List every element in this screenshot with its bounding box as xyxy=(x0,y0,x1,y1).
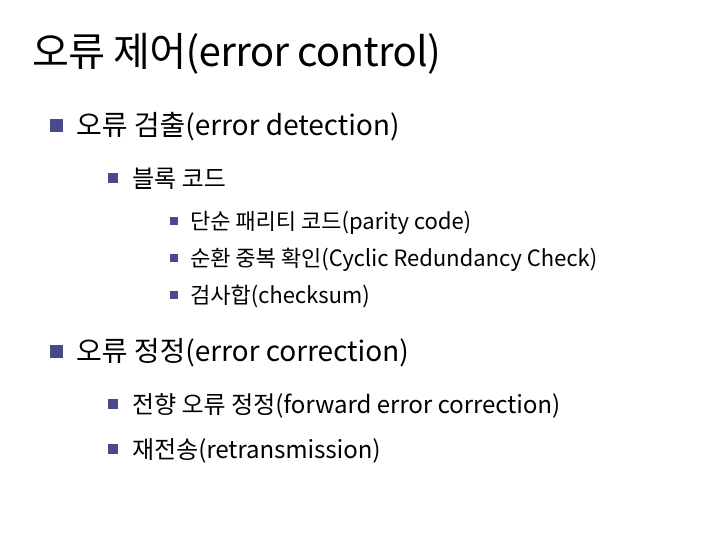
bullet-text: 단순 패리티 코드(parity code) xyxy=(190,204,471,236)
square-bullet-icon xyxy=(108,173,118,183)
bullet-text: 검사합(checksum) xyxy=(190,278,370,310)
bullet-level2: 전향 오류 정정(forward error correction) xyxy=(32,386,688,420)
section-error-correction: 오류 정정(error correction) 전향 오류 정정(forward… xyxy=(32,332,688,465)
bullet-text: 전향 오류 정정(forward error correction) xyxy=(132,385,560,420)
bullet-text: 오류 정정(error correction) xyxy=(76,330,409,370)
bullet-text: 순환 중복 확인(Cyclic Redundancy Check) xyxy=(190,241,597,273)
square-bullet-icon xyxy=(170,217,178,225)
section-error-detection: 오류 검출(error detection) 블록 코드 단순 패리티 코드(p… xyxy=(32,106,688,310)
square-bullet-icon xyxy=(170,291,178,299)
bullet-level2: 블록 코드 xyxy=(32,160,688,194)
slide: 오류 제어(error control) 오류 검출(error detecti… xyxy=(0,0,720,540)
slide-title: 오류 제어(error control) xyxy=(32,20,688,78)
bullet-level3: 단순 패리티 코드(parity code) xyxy=(32,205,688,236)
square-bullet-icon xyxy=(108,444,118,454)
square-bullet-icon xyxy=(50,345,63,358)
bullet-level1: 오류 검출(error detection) xyxy=(32,106,688,144)
bullet-text: 재전송(retransmission) xyxy=(132,430,381,465)
bullet-level1: 오류 정정(error correction) xyxy=(32,332,688,370)
bullet-level3: 순환 중복 확인(Cyclic Redundancy Check) xyxy=(32,242,688,273)
bullet-level3: 검사합(checksum) xyxy=(32,279,688,310)
square-bullet-icon xyxy=(108,399,118,409)
bullet-text: 블록 코드 xyxy=(132,159,226,194)
square-bullet-icon xyxy=(50,119,63,132)
bullet-text: 오류 검출(error detection) xyxy=(76,104,399,144)
bullet-level2: 재전송(retransmission) xyxy=(32,431,688,465)
square-bullet-icon xyxy=(170,254,178,262)
